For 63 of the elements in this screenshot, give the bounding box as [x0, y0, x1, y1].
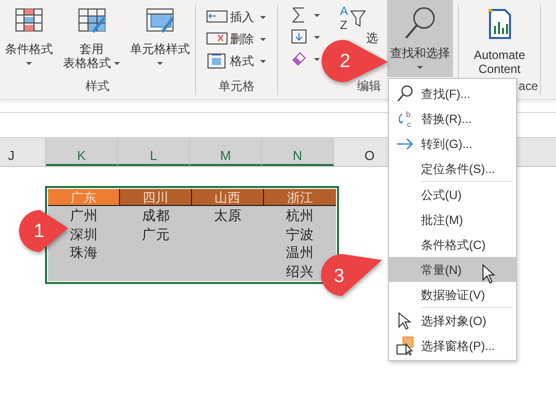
table-header-cell: 山西: [192, 189, 264, 206]
table-cell-text: 宁波: [285, 226, 315, 244]
ribbon-button[interactable]: 插入: [202, 6, 277, 28]
table-cell-text: 太原: [213, 207, 243, 225]
group-label: ace: [518, 78, 538, 95]
menu-item[interactable]: 数据验证(V): [389, 282, 516, 307]
caret-icon: [314, 14, 320, 16]
mouse-cursor-icon: [482, 264, 496, 284]
table-cell-text: 温州: [285, 244, 315, 262]
table-header-cell: 广东: [48, 189, 120, 206]
caret-icon: [314, 36, 320, 38]
menu-item[interactable]: b c 替换(R)...: [389, 106, 516, 131]
menu-item[interactable]: 常量(N): [389, 257, 516, 282]
insert-cells-icon: [206, 9, 228, 25]
caret-icon: [417, 66, 423, 70]
cell-style-icon: [146, 8, 174, 34]
document-chart-icon: [486, 8, 512, 40]
step-callout: 1: [19, 210, 68, 252]
table-cell-text: 绍兴: [285, 262, 315, 280]
table-header-cell: 浙江: [264, 189, 336, 206]
ribbon-button[interactable]: 套用 表格格式: [61, 4, 122, 77]
conditional-format-icon: [15, 8, 43, 34]
caret-icon: [26, 62, 32, 66]
ribbon-button[interactable]: 格式: [202, 50, 277, 72]
caret-icon: [260, 16, 266, 18]
table-cell-text: 广元: [141, 226, 171, 244]
menu-item[interactable]: 选择对象(O): [389, 308, 516, 333]
table-header-cell: 四川: [120, 189, 192, 206]
ribbon-button[interactable]: Automate Content: [472, 4, 528, 77]
step-callout: 3: [321, 254, 382, 296]
find-select-button[interactable]: 查找和选择: [387, 0, 453, 77]
column-header[interactable]: N: [262, 138, 334, 166]
table-brush-icon: [78, 8, 106, 34]
table-cell-text: 深圳: [69, 226, 99, 244]
menu-item[interactable]: 批注(M): [389, 207, 516, 232]
column-header[interactable]: L: [118, 138, 190, 166]
delete-cells-icon: [206, 31, 228, 47]
search-icon: [395, 84, 415, 104]
menu-item[interactable]: 定位条件(S)...: [389, 156, 516, 181]
group-label: 样式: [86, 78, 110, 95]
fill-down-icon: [290, 28, 308, 46]
column-header[interactable]: M: [190, 138, 262, 166]
group-label: 单元格: [218, 78, 254, 95]
table-cell-text: 成都: [141, 207, 171, 225]
ribbon-button[interactable]: 单元格样式: [128, 4, 192, 77]
menu-item[interactable]: 转到(G)...: [389, 131, 516, 156]
caret-icon: [260, 38, 266, 40]
menu-item[interactable]: 公式(U): [389, 182, 516, 207]
menu-item[interactable]: 查找(F)...: [389, 81, 516, 106]
format-cells-icon: [206, 53, 228, 69]
ribbon-button[interactable]: 删除: [202, 28, 277, 50]
caret-icon: [260, 60, 266, 62]
table-cell-text: 广州: [69, 207, 99, 225]
ribbon-button[interactable]: 条件格式: [3, 4, 55, 77]
table-cell-text: 杭州: [285, 207, 315, 225]
table-cell-text: 珠海: [69, 244, 99, 262]
caret-icon: [157, 62, 163, 66]
caret-icon: [114, 62, 120, 66]
eraser-icon: [290, 50, 308, 68]
column-header[interactable]: K: [46, 138, 118, 166]
selection-pane-icon: [395, 336, 415, 356]
menu-item[interactable]: 选择窗格(P)...: [389, 333, 516, 358]
menu-item[interactable]: 条件格式(C): [389, 232, 516, 257]
